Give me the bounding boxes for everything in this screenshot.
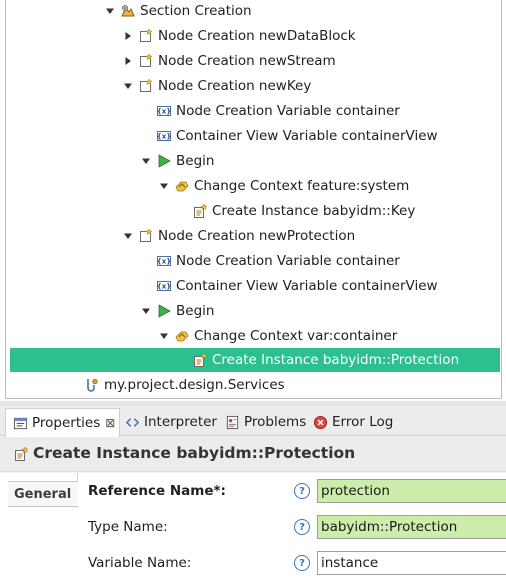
create-instance-icon: [192, 203, 208, 219]
expand-arrow-icon[interactable]: [158, 330, 170, 342]
problems-icon: [224, 414, 240, 430]
tree-border-bottom: [5, 398, 502, 399]
node-creation-icon: [138, 78, 154, 94]
tab-label: Problems: [244, 414, 307, 430]
tree-item-java-services[interactable]: my.project.design.Services: [10, 373, 500, 398]
tree-item-create-instance-key[interactable]: Create Instance babyidm::Key: [10, 199, 500, 224]
properties-title: Create Instance babyidm::Protection: [33, 444, 356, 462]
help-icon[interactable]: ?: [294, 519, 310, 535]
tree-item-change-context-var-container[interactable]: Change Context var:container: [10, 324, 500, 349]
field-label: Type Name:: [88, 519, 168, 535]
variable-icon: {x}: [156, 103, 172, 119]
field-label: Variable Name:: [88, 555, 192, 571]
tree-item-node-creation-newdatablock[interactable]: Node Creation newDataBlock: [10, 24, 500, 49]
create-instance-icon: [192, 352, 208, 368]
tab-problems[interactable]: Problems: [224, 408, 306, 436]
help-icon[interactable]: ?: [294, 483, 310, 499]
tree-item-create-instance-protection[interactable]: Create Instance babyidm::Protection: [10, 348, 500, 372]
tree-item-label: Node Creation newProtection: [158, 228, 356, 244]
tree-item-variable-container[interactable]: {x} Node Creation Variable container: [10, 249, 500, 274]
collapsed-arrow-icon[interactable]: [122, 30, 134, 42]
tab-general[interactable]: General: [8, 481, 78, 507]
tab-error-log[interactable]: Error Log: [312, 408, 393, 436]
field-reference-name: Reference Name*: ? protection: [88, 477, 506, 505]
tree-item-variable-containerview[interactable]: {x} Container View Variable containerVie…: [10, 274, 500, 299]
node-creation-icon: [138, 228, 154, 244]
side-tab-filler: [8, 508, 78, 581]
tree-item-label: Change Context var:container: [194, 328, 398, 344]
tree-border-right: [501, 0, 502, 399]
tree-item-label: Node Creation newKey: [158, 78, 312, 94]
tree-item-node-creation-newprotection[interactable]: Node Creation newProtection: [10, 224, 500, 249]
view-tab-bar: Properties ⊠ Interpreter Problems Error …: [0, 406, 506, 437]
tree-item-label: my.project.design.Services: [104, 377, 285, 393]
reference-name-input[interactable]: protection: [317, 479, 506, 503]
tree-item-label: Node Creation newDataBlock: [158, 28, 356, 44]
java-services-icon: [84, 377, 100, 393]
expand-arrow-icon[interactable]: [104, 5, 116, 17]
tree-item-label: Container View Variable containerView: [176, 278, 438, 294]
collapsed-arrow-icon[interactable]: [122, 55, 134, 67]
change-context-icon: [174, 328, 190, 344]
node-creation-icon: [138, 28, 154, 44]
variable-icon: {x}: [156, 278, 172, 294]
interpreter-icon: [124, 414, 140, 430]
tab-label: Properties: [32, 415, 101, 431]
variable-name-input[interactable]: instance: [317, 551, 506, 575]
properties-title-bar: Create Instance babyidm::Protection: [0, 437, 506, 472]
field-label: Reference Name*:: [88, 483, 226, 499]
tree-item-label: Section Creation: [140, 3, 252, 19]
tree-item-label: Container View Variable containerView: [176, 128, 438, 144]
change-context-icon: [174, 178, 190, 194]
type-name-input[interactable]: babyidm::Protection: [317, 515, 506, 539]
tree-item-label: Change Context feature:system: [194, 178, 410, 194]
tab-interpreter[interactable]: Interpreter: [124, 408, 217, 436]
error-log-icon: [312, 414, 328, 430]
svg-text:{x}: {x}: [157, 258, 171, 266]
section-icon: [120, 3, 136, 19]
tree-item-label: Create Instance babyidm::Protection: [212, 352, 460, 368]
properties-content: General Reference Name*: ? protection Ty…: [0, 473, 506, 581]
tree-item-label: Create Instance babyidm::Key: [212, 203, 416, 219]
help-icon[interactable]: ?: [294, 555, 310, 571]
tree-item-variable-containerview[interactable]: {x} Container View Variable containerVie…: [10, 124, 500, 149]
expand-arrow-icon[interactable]: [140, 155, 152, 167]
tab-label: Error Log: [332, 414, 394, 430]
field-type-name: Type Name: ? babyidm::Protection: [88, 513, 506, 541]
model-tree[interactable]: Section Creation Node Creation newDataBl…: [0, 0, 506, 401]
tree-item-begin[interactable]: Begin: [10, 299, 500, 324]
expand-arrow-icon[interactable]: [122, 230, 134, 242]
properties-view: Properties ⊠ Interpreter Problems Error …: [0, 406, 506, 581]
properties-side-tabs: General: [8, 473, 78, 581]
node-creation-icon: [138, 53, 154, 69]
properties-icon: [12, 415, 28, 431]
tree-item-variable-container[interactable]: {x} Node Creation Variable container: [10, 99, 500, 124]
expand-arrow-icon[interactable]: [122, 80, 134, 92]
create-instance-icon: [13, 446, 29, 462]
tree-item-change-context-feature-system[interactable]: Change Context feature:system: [10, 174, 500, 199]
tab-label: Interpreter: [144, 414, 217, 430]
expand-arrow-icon[interactable]: [158, 180, 170, 192]
tree-item-section-creation[interactable]: Section Creation: [10, 0, 500, 24]
field-variable-name: Variable Name: ? instance: [88, 549, 506, 577]
svg-text:{x}: {x}: [157, 283, 171, 291]
tab-properties[interactable]: Properties ⊠: [5, 408, 120, 437]
tree-item-label: Node Creation Variable container: [176, 103, 400, 119]
tree-item-label: Begin: [176, 153, 215, 169]
tree-border-left: [5, 0, 6, 399]
tree-item-node-creation-newstream[interactable]: Node Creation newStream: [10, 49, 500, 74]
svg-text:{x}: {x}: [157, 133, 171, 141]
variable-icon: {x}: [156, 253, 172, 269]
tree-item-label: Node Creation newStream: [158, 53, 336, 69]
tree-item-node-creation-newkey[interactable]: Node Creation newKey: [10, 74, 500, 99]
tree-item-begin[interactable]: Begin: [10, 149, 500, 174]
begin-icon: [156, 153, 172, 169]
svg-text:{x}: {x}: [157, 108, 171, 116]
variable-icon: {x}: [156, 128, 172, 144]
begin-icon: [156, 303, 172, 319]
expand-arrow-icon[interactable]: [140, 305, 152, 317]
close-icon[interactable]: ⊠: [105, 416, 115, 430]
tree-item-label: Begin: [176, 303, 215, 319]
tree-item-label: Node Creation Variable container: [176, 253, 400, 269]
